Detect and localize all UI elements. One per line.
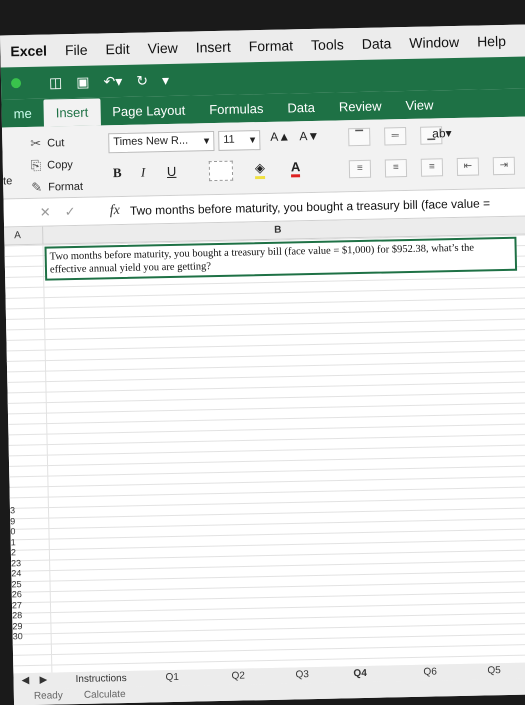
sheet-tab-q2[interactable]: Q2 — [231, 671, 245, 682]
row-numbers: 3 9 0 1 2 23 24 25 26 27 28 29 30 — [10, 505, 27, 642]
menu-window[interactable]: Window — [409, 34, 459, 51]
format-painter-button[interactable]: ✎ Format — [31, 175, 101, 198]
row-number[interactable]: 24 — [11, 568, 25, 579]
customize-toolbar-icon[interactable]: ▾ — [162, 71, 169, 88]
orientation-icon[interactable]: ab▾ — [432, 126, 452, 140]
save-icon[interactable]: ▣ — [76, 73, 90, 90]
window-close-dot[interactable] — [10, 78, 22, 89]
row-number[interactable]: 26 — [12, 589, 26, 600]
increase-indent-icon[interactable]: ⇥ — [492, 156, 516, 176]
ribbon: te ✂ Cut ⎘ Copy ✎ Format Times New R... ▾ 11… — [1, 116, 525, 200]
tab-page-layout[interactable]: Page Layout — [100, 102, 197, 125]
column-header-a[interactable]: A — [14, 230, 21, 241]
sheet-tab-q4[interactable]: Q4 — [353, 668, 367, 679]
borders-button[interactable] — [208, 160, 234, 182]
font-color-button[interactable]: A — [290, 159, 301, 178]
menu-help[interactable]: Help — [477, 33, 506, 50]
sheet-tab-q6[interactable]: Q6 — [423, 666, 437, 677]
cut-label: Cut — [47, 137, 65, 150]
copy-button[interactable]: ⎘ Copy — [31, 153, 101, 176]
row-number[interactable]: 23 — [11, 558, 25, 569]
sheet-tab-q3[interactable]: Q3 — [295, 669, 309, 680]
menu-app-name[interactable]: Excel — [10, 43, 47, 60]
row-number[interactable]: 3 — [10, 505, 24, 516]
chevron-down-icon: ▾ — [203, 135, 210, 148]
quick-access-toolbar: ◫ ▣ ↶▾ ↻ ▾ — [49, 71, 169, 91]
align-center-icon[interactable]: ≡ — [384, 159, 408, 178]
menu-edit[interactable]: Edit — [105, 41, 129, 58]
decrease-font-button[interactable]: A▼ — [299, 129, 319, 143]
tab-home[interactable]: me — [2, 106, 44, 128]
paste-button-label[interactable]: te — [3, 175, 12, 187]
column-header-b[interactable]: B — [274, 225, 281, 236]
selected-cell-b1[interactable]: Two months before maturity, you bought a… — [44, 236, 518, 281]
align-middle-icon[interactable]: ═ — [384, 127, 407, 146]
increase-font-button[interactable]: A▲ — [270, 129, 290, 143]
copy-label: Copy — [47, 159, 74, 172]
row-number[interactable]: 27 — [12, 600, 26, 611]
row-number[interactable]: 9 — [10, 516, 24, 527]
excel-window: Excel File Edit View Insert Format Tools… — [0, 24, 525, 705]
cancel-icon[interactable]: ✕ — [40, 204, 51, 220]
scissors-icon: ✂ — [30, 135, 42, 151]
underline-button[interactable]: U — [167, 164, 177, 179]
undo-icon[interactable]: ↶▾ — [103, 72, 122, 89]
row-number[interactable]: 1 — [11, 537, 25, 548]
worksheet-grid[interactable]: Two months before maturity, you bought a… — [4, 234, 525, 674]
menu-format[interactable]: Format — [249, 37, 294, 54]
sheet-tab-q5[interactable]: Q5 — [487, 665, 501, 676]
formula-controls: ✕ ✓ — [4, 203, 110, 221]
sidebar-toggle-icon[interactable]: ◫ — [49, 74, 63, 91]
row-number[interactable]: 29 — [12, 621, 26, 632]
italic-button[interactable]: I — [141, 164, 146, 180]
next-sheet-icon[interactable]: ▶ — [39, 675, 47, 686]
chevron-down-icon: ▾ — [249, 134, 256, 147]
row-number[interactable]: 25 — [11, 579, 25, 590]
cut-button[interactable]: ✂ Cut — [30, 131, 100, 154]
paint-bucket-icon: ◈ — [254, 159, 266, 176]
row-number[interactable]: 28 — [12, 610, 26, 621]
align-right-icon[interactable]: ≡ — [420, 158, 444, 177]
font-size-select[interactable]: 11 ▾ — [218, 130, 261, 151]
menu-view[interactable]: View — [147, 40, 177, 57]
sheet-tab-q1[interactable]: Q1 — [165, 672, 179, 683]
menu-insert[interactable]: Insert — [196, 39, 231, 56]
alignment-row-bottom: ≡ ≡ ≡ ⇤ ⇥ — [348, 156, 516, 179]
clipboard-group: ✂ Cut ⎘ Copy ✎ Format — [30, 131, 101, 198]
copy-icon: ⎘ — [30, 157, 42, 173]
menu-file[interactable]: File — [65, 42, 88, 58]
sheet-tab-instructions[interactable]: Instructions — [75, 673, 126, 685]
row-number[interactable]: 30 — [13, 631, 27, 642]
column-divider[interactable] — [42, 226, 44, 245]
font-size-buttons: A▲ A▼ — [270, 129, 319, 144]
row-number[interactable]: 0 — [10, 526, 24, 537]
redo-icon[interactable]: ↻ — [136, 72, 148, 89]
font-name-value: Times New R... — [113, 134, 189, 149]
row-number[interactable]: 2 — [11, 547, 25, 558]
column-gridline — [42, 244, 53, 673]
alignment-row-top: ▔ ═ ▁ — [348, 126, 443, 147]
insert-function-button[interactable]: fx — [110, 203, 120, 219]
status-calculate[interactable]: Calculate — [84, 689, 126, 701]
bold-button[interactable]: B — [113, 165, 122, 181]
fill-color-button[interactable]: ◈ — [254, 159, 266, 180]
tab-view[interactable]: View — [393, 97, 445, 119]
format-label: Format — [48, 180, 84, 194]
prev-sheet-icon[interactable]: ◀ — [21, 675, 29, 686]
tab-data[interactable]: Data — [275, 100, 327, 122]
font-name-select[interactable]: Times New R... ▾ — [108, 131, 215, 154]
tab-formulas[interactable]: Formulas — [197, 101, 276, 124]
menu-tools[interactable]: Tools — [311, 36, 344, 53]
font-size-value: 11 — [223, 133, 235, 146]
paintbrush-icon: ✎ — [31, 179, 43, 195]
align-left-icon[interactable]: ≡ — [348, 159, 372, 179]
menu-data[interactable]: Data — [362, 35, 392, 52]
status-ready: Ready — [33, 690, 63, 702]
formula-input[interactable]: Two months before maturity, you bought a… — [130, 196, 491, 218]
align-top-icon[interactable]: ▔ — [348, 127, 371, 147]
decrease-indent-icon[interactable]: ⇤ — [456, 157, 480, 176]
confirm-icon[interactable]: ✓ — [65, 203, 76, 219]
tab-review[interactable]: Review — [327, 98, 394, 120]
tab-insert[interactable]: Insert — [43, 98, 101, 127]
